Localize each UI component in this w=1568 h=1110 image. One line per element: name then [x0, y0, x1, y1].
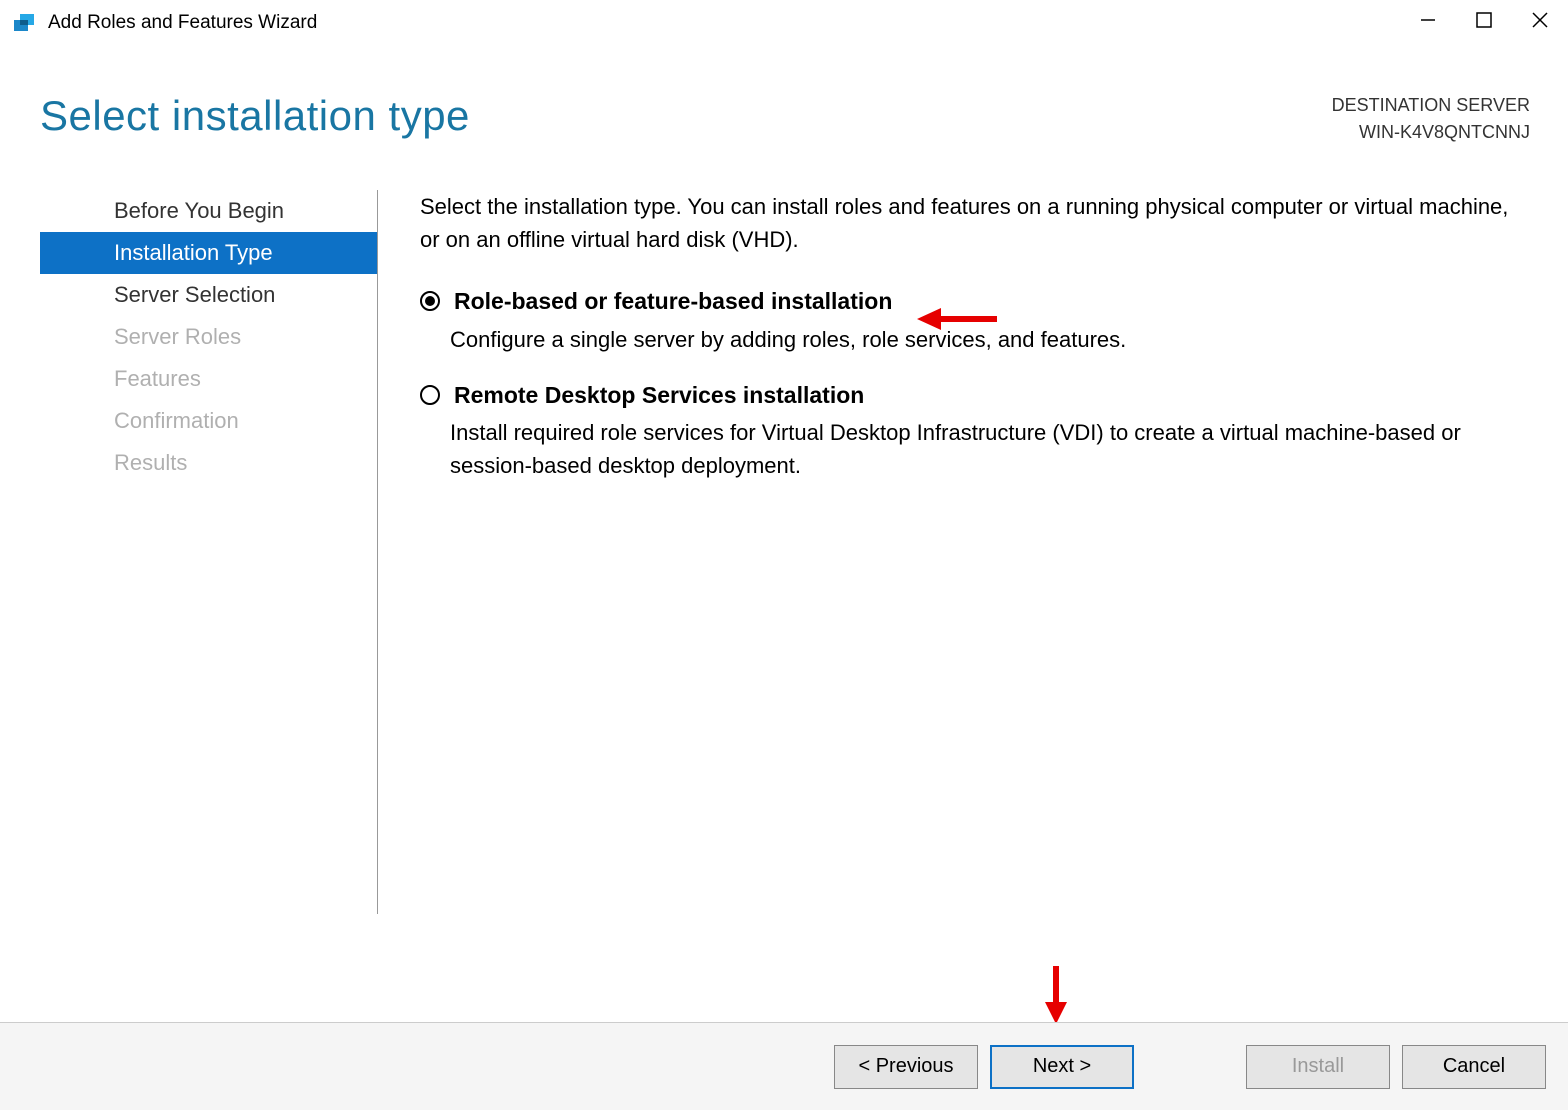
install-button: Install — [1246, 1045, 1390, 1089]
radio-label: Remote Desktop Services installation — [454, 378, 864, 413]
sidebar-item-results: Results — [40, 442, 377, 484]
radio-description: Install required role services for Virtu… — [450, 416, 1528, 482]
radio-label: Role-based or feature-based installation — [454, 284, 892, 319]
window-controls — [1400, 0, 1568, 40]
next-button[interactable]: Next > — [990, 1045, 1134, 1089]
sidebar: Before You Begin Installation Type Serve… — [0, 190, 378, 914]
radio-button-icon — [420, 385, 440, 405]
radio-option-remote-desktop[interactable]: Remote Desktop Services installation Ins… — [420, 378, 1528, 483]
header: Select installation type DESTINATION SER… — [0, 46, 1568, 146]
sidebar-item-features: Features — [40, 358, 377, 400]
content: Select the installation type. You can in… — [378, 190, 1568, 914]
cancel-button[interactable]: Cancel — [1402, 1045, 1546, 1089]
sidebar-item-before-you-begin[interactable]: Before You Begin — [40, 190, 377, 232]
content-intro: Select the installation type. You can in… — [420, 190, 1528, 256]
main: Before You Begin Installation Type Serve… — [0, 190, 1568, 914]
minimize-button[interactable] — [1400, 0, 1456, 40]
titlebar-title: Add Roles and Features Wizard — [48, 12, 317, 34]
radio-button-icon — [420, 291, 440, 311]
annotation-arrow-right — [917, 305, 997, 338]
page-title: Select installation type — [40, 92, 470, 140]
destination-server: WIN-K4V8QNTCNNJ — [1332, 119, 1530, 146]
maximize-button[interactable] — [1456, 0, 1512, 40]
sidebar-item-server-selection[interactable]: Server Selection — [40, 274, 377, 316]
sidebar-item-server-roles: Server Roles — [40, 316, 377, 358]
annotation-arrow-down — [1042, 966, 1070, 1029]
wizard-icon — [12, 11, 36, 35]
footer: < Previous Next > Install Cancel — [0, 1022, 1568, 1110]
destination-label: DESTINATION SERVER — [1332, 92, 1530, 119]
sidebar-item-confirmation: Confirmation — [40, 400, 377, 442]
destination-info: DESTINATION SERVER WIN-K4V8QNTCNNJ — [1332, 92, 1530, 146]
sidebar-item-installation-type[interactable]: Installation Type — [40, 232, 377, 274]
titlebar: Add Roles and Features Wizard — [0, 0, 1568, 46]
previous-button[interactable]: < Previous — [834, 1045, 978, 1089]
close-button[interactable] — [1512, 0, 1568, 40]
